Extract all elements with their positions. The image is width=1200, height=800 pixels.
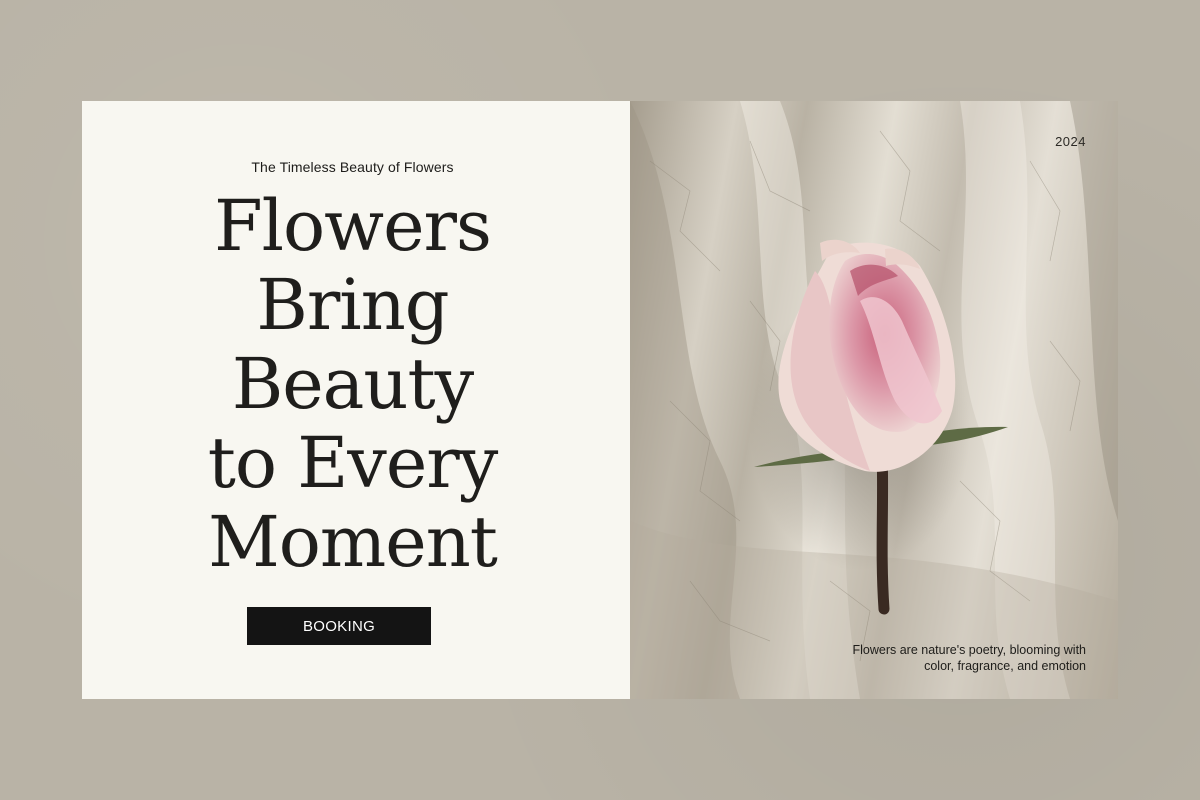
hero-headline: Flowers Bring Beauty to Every Moment [82,187,623,582]
rose-stem [876,445,890,615]
fabric-fold [1070,101,1118,521]
year-label: 2024 [1055,134,1086,149]
caption-line: color, fragrance, and emotion [924,659,1086,673]
photo-caption: Flowers are nature's poetry, blooming wi… [786,642,1086,674]
rose-on-silk-illustration [630,101,1118,699]
headline-line: Moment [208,501,498,583]
headline-line: Flowers [214,185,492,267]
hero-card: The Timeless Beauty of Flowers Flowers B… [82,101,1118,699]
headline-line: to Every [207,422,499,504]
caption-line: Flowers are nature's poetry, blooming wi… [852,643,1086,657]
hero-tagline: The Timeless Beauty of Flowers [251,159,454,175]
rose-photo: 2024 Flowers are nature's poetry, bloomi… [630,101,1118,699]
hero-text-panel: The Timeless Beauty of Flowers Flowers B… [82,101,630,699]
headline-line: Bring [256,264,449,346]
booking-button[interactable]: BOOKING [247,607,431,645]
headline-line: Beauty [231,343,474,425]
